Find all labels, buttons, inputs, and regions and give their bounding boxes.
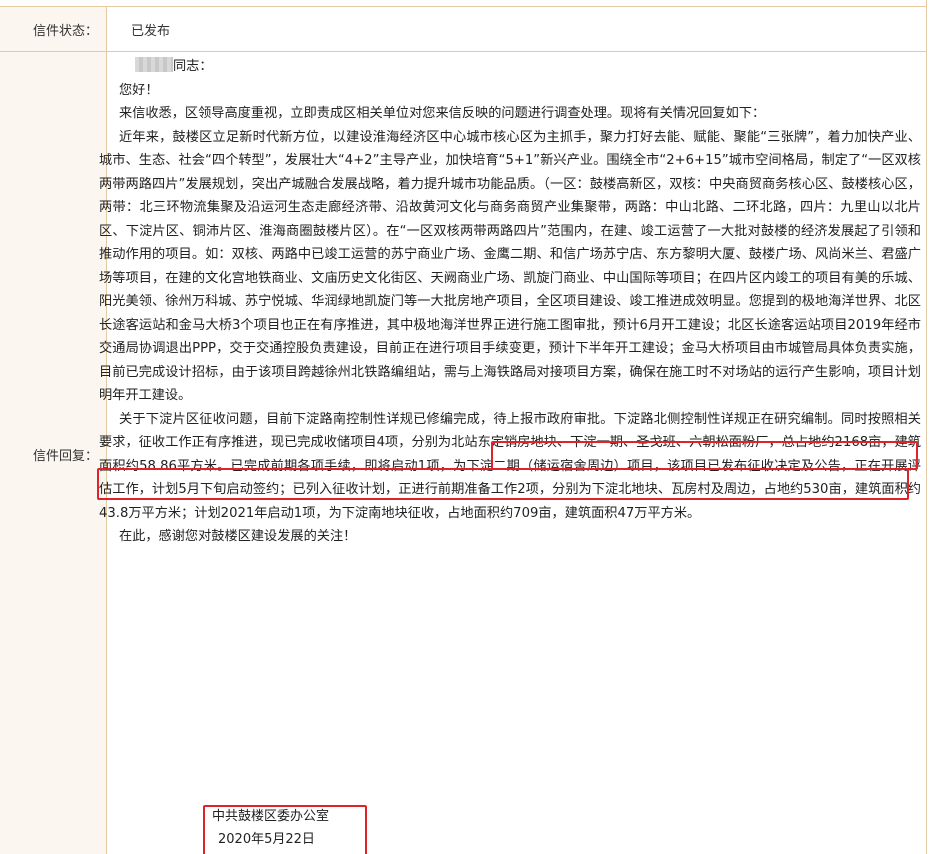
- paragraph-development: 近年来，鼓楼区立足新时代新方位，以建设淮海经济区中心城市核心区为主抓手，聚力打好…: [99, 126, 921, 408]
- paragraph-development-text: 近年来，鼓楼区立足新时代新方位，以建设淮海经济区中心城市核心区为主抓手，聚力打好…: [99, 129, 921, 357]
- row-divider: [0, 51, 926, 52]
- greeting: 您好！: [119, 82, 159, 98]
- salutation-suffix: 同志：: [173, 59, 213, 74]
- reply-label: 信件回复：: [32, 449, 98, 464]
- top-divider: [0, 6, 926, 7]
- highlight-box-bridge-top: [491, 441, 918, 470]
- highlight-box-signature: [203, 805, 367, 854]
- closing-line: 在此，感谢您对鼓楼区建设发展的关注！: [119, 529, 357, 544]
- highlight-box-bridge-bottom: [97, 468, 909, 500]
- intro-paragraph: 来信收悉，区领导高度重视，立即责成区相关单位对您来信反映的问题进行调查处理。现将…: [119, 106, 766, 121]
- label-column: [0, 7, 107, 854]
- redacted-name: [135, 57, 173, 72]
- letter-detail-panel: 信件状态： 已发布 信件回复： 同志： 您好！ 来信收悉，区领导高度重视，立即责…: [0, 0, 927, 854]
- status-label: 信件状态：: [32, 24, 98, 39]
- status-value: 已发布: [131, 24, 171, 39]
- salutation-line: 同志：: [99, 55, 921, 79]
